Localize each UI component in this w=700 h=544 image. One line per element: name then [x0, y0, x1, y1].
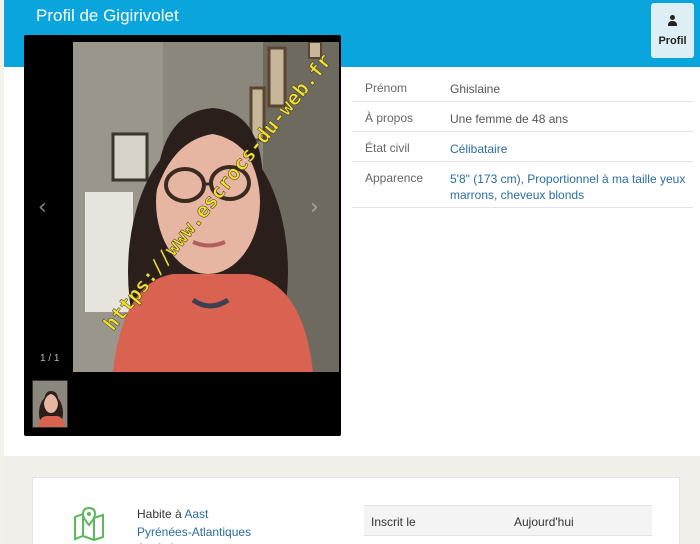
photo-gallery: https://www.escrocs-du-web.fr ‹ › 1 / 1 — [24, 35, 341, 436]
detail-label: Prénom — [365, 81, 408, 95]
person-icon — [668, 15, 677, 27]
registration-value: Aujourd'hui — [514, 515, 574, 529]
detail-value-link[interactable]: 5'8" (173 cm), Proportionnel à ma taille… — [450, 171, 690, 203]
detail-row-firstname: Prénom Ghislaine — [352, 72, 693, 102]
location-line: Habite à Aast — [137, 507, 208, 521]
location-region-link[interactable]: Pyrénées-Atlantiques — [137, 525, 251, 539]
profile-button-label: Profil — [658, 35, 687, 47]
next-photo-arrow[interactable]: › — [310, 195, 319, 220]
detail-value: Ghislaine — [450, 82, 501, 96]
previous-photo-arrow[interactable]: ‹ — [38, 195, 47, 220]
location-city-link[interactable]: Aast — [184, 507, 208, 521]
profile-photo[interactable]: https://www.escrocs-du-web.fr — [73, 42, 339, 372]
map-icon — [72, 506, 106, 542]
profile-button[interactable]: Profil — [651, 3, 694, 58]
registration-row: Inscrit le Aujourd'hui — [364, 505, 652, 536]
detail-row-about: À propos Une femme de 48 ans — [352, 102, 693, 132]
detail-label: Apparence — [365, 171, 424, 185]
photo-thumbnail[interactable] — [32, 380, 68, 428]
detail-value: Une femme de 48 ans — [450, 112, 569, 126]
detail-label: À propos — [365, 111, 414, 125]
profile-details: Prénom Ghislaine À propos Une femme de 4… — [352, 72, 693, 208]
detail-value-link[interactable]: Célibataire — [450, 141, 690, 157]
detail-row-appearance: Apparence 5'8" (173 cm), Proportionnel à… — [352, 162, 693, 208]
page-title: Profil de Gigirivolet — [36, 6, 179, 25]
registration-label: Inscrit le — [371, 515, 416, 529]
detail-row-marital-status: État civil Célibataire — [352, 132, 693, 162]
location-prefix: Habite à — [137, 507, 182, 521]
photo-counter: 1 / 1 — [40, 353, 60, 364]
detail-label: État civil — [365, 141, 410, 155]
watermark-text: https://www.escrocs-du-web.fr — [98, 49, 336, 335]
